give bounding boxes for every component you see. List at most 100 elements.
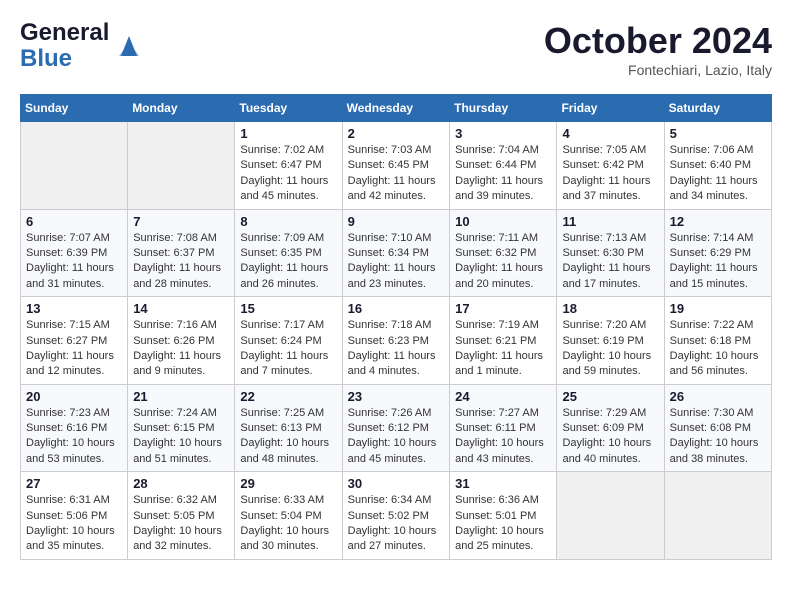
day-info: Sunrise: 7:24 AM Sunset: 6:15 PM Dayligh…	[133, 406, 229, 468]
day-number: 28	[133, 476, 229, 491]
day-info: Sunrise: 7:07 AM Sunset: 6:39 PM Dayligh…	[26, 231, 122, 293]
calendar-cell: 17Sunrise: 7:19 AM Sunset: 6:21 PM Dayli…	[450, 297, 557, 385]
day-info: Sunrise: 7:22 AM Sunset: 6:18 PM Dayligh…	[670, 318, 766, 380]
day-info: Sunrise: 7:02 AM Sunset: 6:47 PM Dayligh…	[240, 143, 336, 205]
day-info: Sunrise: 7:30 AM Sunset: 6:08 PM Dayligh…	[670, 406, 766, 468]
calendar-cell: 23 Sunrise: 7:26 AM Sunset: 6:12 PM Dayli…	[342, 384, 450, 472]
day-number: 3	[455, 126, 551, 141]
calendar-cell: 11 Sunrise: 7:13 AM Sunset: 6:30 PM Dayli…	[557, 209, 664, 297]
location: Fontechiari, Lazio, Italy	[544, 62, 772, 78]
calendar-cell: 7 Sunrise: 7:08 AM Sunset: 6:37 PM Daylig…	[128, 209, 235, 297]
logo-icon	[113, 30, 145, 62]
day-number: 6	[26, 214, 122, 229]
calendar-cell: 15 Sunrise: 7:17 AM Sunset: 6:24 PM Dayli…	[235, 297, 342, 385]
day-info: Sunrise: 7:20 AM Sunset: 6:19 PM Dayligh…	[562, 318, 658, 380]
day-number: 25	[562, 389, 658, 404]
calendar-cell: 19Sunrise: 7:22 AM Sunset: 6:18 PM Dayli…	[664, 297, 771, 385]
calendar-cell: 26 Sunrise: 7:30 AM Sunset: 6:08 PM Dayli…	[664, 384, 771, 472]
day-number: 22	[240, 389, 336, 404]
calendar-cell: 29Sunrise: 6:33 AM Sunset: 5:04 PM Dayli…	[235, 472, 342, 560]
header-row: SundayMondayTuesdayWednesdayThursdayFrid…	[21, 95, 772, 122]
day-number: 14	[133, 301, 229, 316]
calendar-cell: 21 Sunrise: 7:24 AM Sunset: 6:15 PM Dayli…	[128, 384, 235, 472]
calendar-cell: 27Sunrise: 6:31 AM Sunset: 5:06 PM Dayli…	[21, 472, 128, 560]
day-info: Sunrise: 6:34 AM Sunset: 5:02 PM Dayligh…	[348, 493, 445, 555]
title-block: October 2024 Fontechiari, Lazio, Italy	[544, 20, 772, 78]
logo-blue: Blue	[20, 45, 72, 72]
calendar-body: 1 Sunrise: 7:02 AM Sunset: 6:47 PM Daylig…	[21, 122, 772, 560]
day-number: 10	[455, 214, 551, 229]
calendar-cell: 3 Sunrise: 7:04 AM Sunset: 6:44 PM Daylig…	[450, 122, 557, 210]
column-header-friday: Friday	[557, 95, 664, 122]
calendar-cell: 5Sunrise: 7:06 AM Sunset: 6:40 PM Daylig…	[664, 122, 771, 210]
day-number: 1	[240, 126, 336, 141]
calendar-cell	[128, 122, 235, 210]
column-header-thursday: Thursday	[450, 95, 557, 122]
day-info: Sunrise: 7:17 AM Sunset: 6:24 PM Dayligh…	[240, 318, 336, 380]
day-info: Sunrise: 7:16 AM Sunset: 6:26 PM Dayligh…	[133, 318, 229, 380]
calendar-cell	[664, 472, 771, 560]
day-info: Sunrise: 7:11 AM Sunset: 6:32 PM Dayligh…	[455, 231, 551, 293]
day-info: Sunrise: 7:18 AM Sunset: 6:23 PM Dayligh…	[348, 318, 445, 380]
day-info: Sunrise: 7:26 AM Sunset: 6:12 PM Dayligh…	[348, 406, 445, 468]
day-info: Sunrise: 7:08 AM Sunset: 6:37 PM Dayligh…	[133, 231, 229, 293]
day-number: 16	[348, 301, 445, 316]
calendar-cell: 8Sunrise: 7:09 AM Sunset: 6:35 PM Daylig…	[235, 209, 342, 297]
day-info: Sunrise: 7:27 AM Sunset: 6:11 PM Dayligh…	[455, 406, 551, 468]
day-info: Sunrise: 7:25 AM Sunset: 6:13 PM Dayligh…	[240, 406, 336, 468]
day-number: 13	[26, 301, 122, 316]
calendar-week-1: 1 Sunrise: 7:02 AM Sunset: 6:47 PM Daylig…	[21, 122, 772, 210]
column-header-wednesday: Wednesday	[342, 95, 450, 122]
day-number: 31	[455, 476, 551, 491]
calendar-cell: 25 Sunrise: 7:29 AM Sunset: 6:09 PM Dayli…	[557, 384, 664, 472]
day-number: 26	[670, 389, 766, 404]
day-number: 29	[240, 476, 336, 491]
calendar-cell: 16 Sunrise: 7:18 AM Sunset: 6:23 PM Dayli…	[342, 297, 450, 385]
calendar-cell: 10 Sunrise: 7:11 AM Sunset: 6:32 PM Dayli…	[450, 209, 557, 297]
calendar-cell: 30 Sunrise: 6:34 AM Sunset: 5:02 PM Dayli…	[342, 472, 450, 560]
day-number: 9	[348, 214, 445, 229]
day-number: 11	[562, 214, 658, 229]
column-header-sunday: Sunday	[21, 95, 128, 122]
calendar-cell: 12 Sunrise: 7:14 AM Sunset: 6:29 PM Dayli…	[664, 209, 771, 297]
calendar-week-5: 27Sunrise: 6:31 AM Sunset: 5:06 PM Dayli…	[21, 472, 772, 560]
calendar-cell	[557, 472, 664, 560]
calendar-cell: 28Sunrise: 6:32 AM Sunset: 5:05 PM Dayli…	[128, 472, 235, 560]
column-header-tuesday: Tuesday	[235, 95, 342, 122]
calendar-week-2: 6 Sunrise: 7:07 AM Sunset: 6:39 PM Daylig…	[21, 209, 772, 297]
calendar-week-4: 20 Sunrise: 7:23 AM Sunset: 6:16 PM Dayli…	[21, 384, 772, 472]
calendar-header: SundayMondayTuesdayWednesdayThursdayFrid…	[21, 95, 772, 122]
month-title: October 2024	[544, 20, 772, 62]
day-number: 4	[562, 126, 658, 141]
day-number: 12	[670, 214, 766, 229]
day-info: Sunrise: 7:14 AM Sunset: 6:29 PM Dayligh…	[670, 231, 766, 293]
column-header-saturday: Saturday	[664, 95, 771, 122]
calendar-cell: 24 Sunrise: 7:27 AM Sunset: 6:11 PM Dayli…	[450, 384, 557, 472]
calendar-table: SundayMondayTuesdayWednesdayThursdayFrid…	[20, 94, 772, 560]
day-info: Sunrise: 7:23 AM Sunset: 6:16 PM Dayligh…	[26, 406, 122, 468]
day-number: 30	[348, 476, 445, 491]
day-number: 8	[240, 214, 336, 229]
calendar-cell: 14 Sunrise: 7:16 AM Sunset: 6:26 PM Dayli…	[128, 297, 235, 385]
day-info: Sunrise: 6:31 AM Sunset: 5:06 PM Dayligh…	[26, 493, 122, 555]
calendar-cell	[21, 122, 128, 210]
day-info: Sunrise: 7:15 AM Sunset: 6:27 PM Dayligh…	[26, 318, 122, 380]
calendar-cell: 9Sunrise: 7:10 AM Sunset: 6:34 PM Daylig…	[342, 209, 450, 297]
day-info: Sunrise: 7:13 AM Sunset: 6:30 PM Dayligh…	[562, 231, 658, 293]
day-number: 18	[562, 301, 658, 316]
day-number: 7	[133, 214, 229, 229]
day-number: 24	[455, 389, 551, 404]
page-header: General Blue October 2024 Fontechiari, L…	[20, 20, 772, 78]
calendar-cell: 31Sunrise: 6:36 AM Sunset: 5:01 PM Dayli…	[450, 472, 557, 560]
logo-general: General	[20, 19, 109, 46]
day-number: 2	[348, 126, 445, 141]
day-info: Sunrise: 7:29 AM Sunset: 6:09 PM Dayligh…	[562, 406, 658, 468]
day-number: 21	[133, 389, 229, 404]
calendar-cell: 1 Sunrise: 7:02 AM Sunset: 6:47 PM Daylig…	[235, 122, 342, 210]
calendar-week-3: 13 Sunrise: 7:15 AM Sunset: 6:27 PM Dayli…	[21, 297, 772, 385]
day-info: Sunrise: 7:04 AM Sunset: 6:44 PM Dayligh…	[455, 143, 551, 205]
day-info: Sunrise: 7:06 AM Sunset: 6:40 PM Dayligh…	[670, 143, 766, 205]
day-number: 23	[348, 389, 445, 404]
day-number: 20	[26, 389, 122, 404]
day-number: 15	[240, 301, 336, 316]
